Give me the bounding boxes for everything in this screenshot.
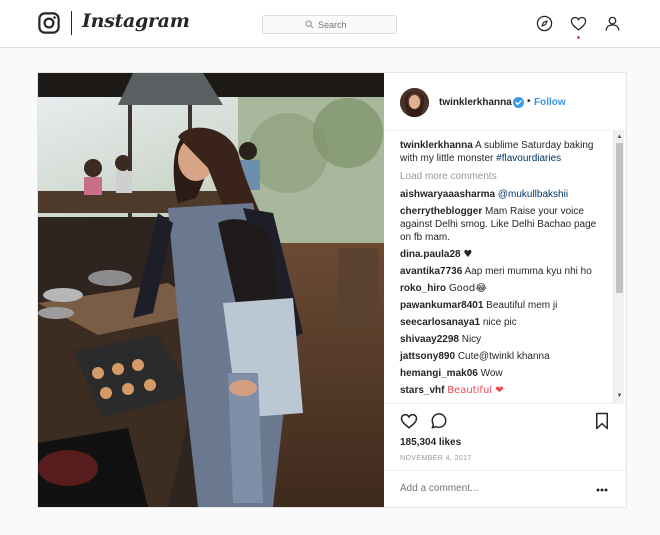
save-bookmark-icon[interactable] <box>594 412 610 430</box>
comment-username[interactable]: shivaay2298 <box>400 334 459 345</box>
scroll-down-arrow-icon[interactable]: ▼ <box>614 392 625 401</box>
comment-text: Nicy <box>461 334 482 345</box>
comment-text: Cute@twinkl khanna <box>457 351 550 362</box>
comment-username[interactable]: hemangi_mak06 <box>400 368 478 379</box>
scroll-up-arrow-icon[interactable]: ▲ <box>614 133 625 142</box>
avatar-image <box>400 88 429 117</box>
add-comment-bar <box>384 470 626 508</box>
post-sidebar: twinklerkhanna • Follow twinklerkhanna A… <box>384 73 626 507</box>
post-caption: twinklerkhanna A sublime Saturday baking… <box>400 139 602 165</box>
scroll-thumb[interactable] <box>616 143 623 293</box>
comment-item: jattsony890 Cute@twinkl khanna <box>400 350 602 363</box>
load-more-comments-link[interactable]: Load more comments <box>400 171 602 182</box>
post-date[interactable]: NOVEMBER 4, 2017 <box>400 455 472 462</box>
post-photo[interactable] <box>38 73 384 507</box>
profile-icon[interactable] <box>604 15 621 32</box>
top-nav: Instagram <box>0 0 660 48</box>
comment-item: dina.paula28 ♥ <box>400 248 602 261</box>
comment-text: Wow <box>480 368 503 379</box>
verified-badge-icon <box>513 97 524 108</box>
nav-divider <box>71 11 72 35</box>
notification-dot <box>577 36 580 39</box>
comment-username[interactable]: jattsony890 <box>400 351 455 362</box>
comment-item: shivaay2298 Nicy <box>400 333 602 346</box>
comment-username[interactable]: stars_vhf <box>400 385 444 396</box>
comment-username[interactable]: avantika7736 <box>400 266 462 277</box>
comment-text: ♥ <box>463 249 473 260</box>
follow-button[interactable]: Follow <box>534 97 566 108</box>
comment-text: Aap meri mumma kyu nhi ho <box>464 266 592 277</box>
comment-item: stars_vhf Beautiful ❤ <box>400 384 602 397</box>
comment-item: pawankumar8401 Beautiful mem ji <box>400 299 602 312</box>
comments-panel[interactable]: twinklerkhanna A sublime Saturday baking… <box>384 131 626 403</box>
comment-item: hemangi_mak06 Wow <box>400 367 602 380</box>
post-actions: 185,304 likes NOVEMBER 4, 2017 <box>384 403 626 513</box>
comment-list: twinklerkhanna A sublime Saturday baking… <box>400 139 602 401</box>
search-icon <box>305 20 314 29</box>
like-heart-icon[interactable] <box>400 412 418 430</box>
post-author-username[interactable]: twinklerkhanna <box>439 97 512 108</box>
comment-username[interactable]: cherrytheblogger <box>400 206 482 217</box>
comment-username[interactable]: seecarlosanaya1 <box>400 317 480 328</box>
baking-photo-illustration <box>38 73 384 507</box>
comment-item: seecarlosanaya1 nice pic <box>400 316 602 329</box>
likes-count[interactable]: 185,304 likes <box>400 437 461 448</box>
comment-text: Beautiful ❤ <box>447 385 504 396</box>
comment-mention[interactable]: @mukullbakshii <box>498 189 568 200</box>
comment-bubble-icon[interactable] <box>430 412 448 430</box>
explore-compass-icon[interactable] <box>536 15 553 32</box>
comment-item: cherrytheblogger Mam Raise your voice ag… <box>400 205 602 244</box>
comment-item: aishwaryaaasharma @mukullbakshii <box>400 188 602 201</box>
comment-item: roko_hiro Good😂 <box>400 282 602 295</box>
comment-item: avantika7736 Aap meri mumma kyu nhi ho <box>400 265 602 278</box>
comment-username[interactable]: pawankumar8401 <box>400 300 483 311</box>
avatar[interactable] <box>400 88 429 117</box>
instagram-wordmark[interactable]: Instagram <box>82 10 190 32</box>
comment-username[interactable]: aishwaryaaasharma <box>400 189 495 200</box>
search-box[interactable] <box>262 15 397 34</box>
activity-heart-icon[interactable] <box>570 15 587 32</box>
instagram-camera-icon[interactable] <box>38 12 60 34</box>
comment-text: nice pic <box>482 317 517 328</box>
add-comment-input[interactable] <box>400 483 580 494</box>
caption-hashtag[interactable]: #flavourdiaries <box>496 153 561 164</box>
post-header: twinklerkhanna • Follow <box>384 73 626 131</box>
more-options-icon[interactable] <box>596 488 608 492</box>
post-card: twinklerkhanna • Follow twinklerkhanna A… <box>37 72 627 508</box>
caption-username[interactable]: twinklerkhanna <box>400 140 473 151</box>
search-input[interactable] <box>318 19 354 30</box>
comment-text: Good😂 <box>448 283 487 294</box>
separator-dot: • <box>527 96 531 107</box>
comment-username[interactable]: dina.paula28 <box>400 249 461 260</box>
comments-scrollbar[interactable]: ▲ ▼ <box>613 131 624 403</box>
comment-username[interactable]: roko_hiro <box>400 283 446 294</box>
comment-text: Beautiful mem ji <box>486 300 558 311</box>
